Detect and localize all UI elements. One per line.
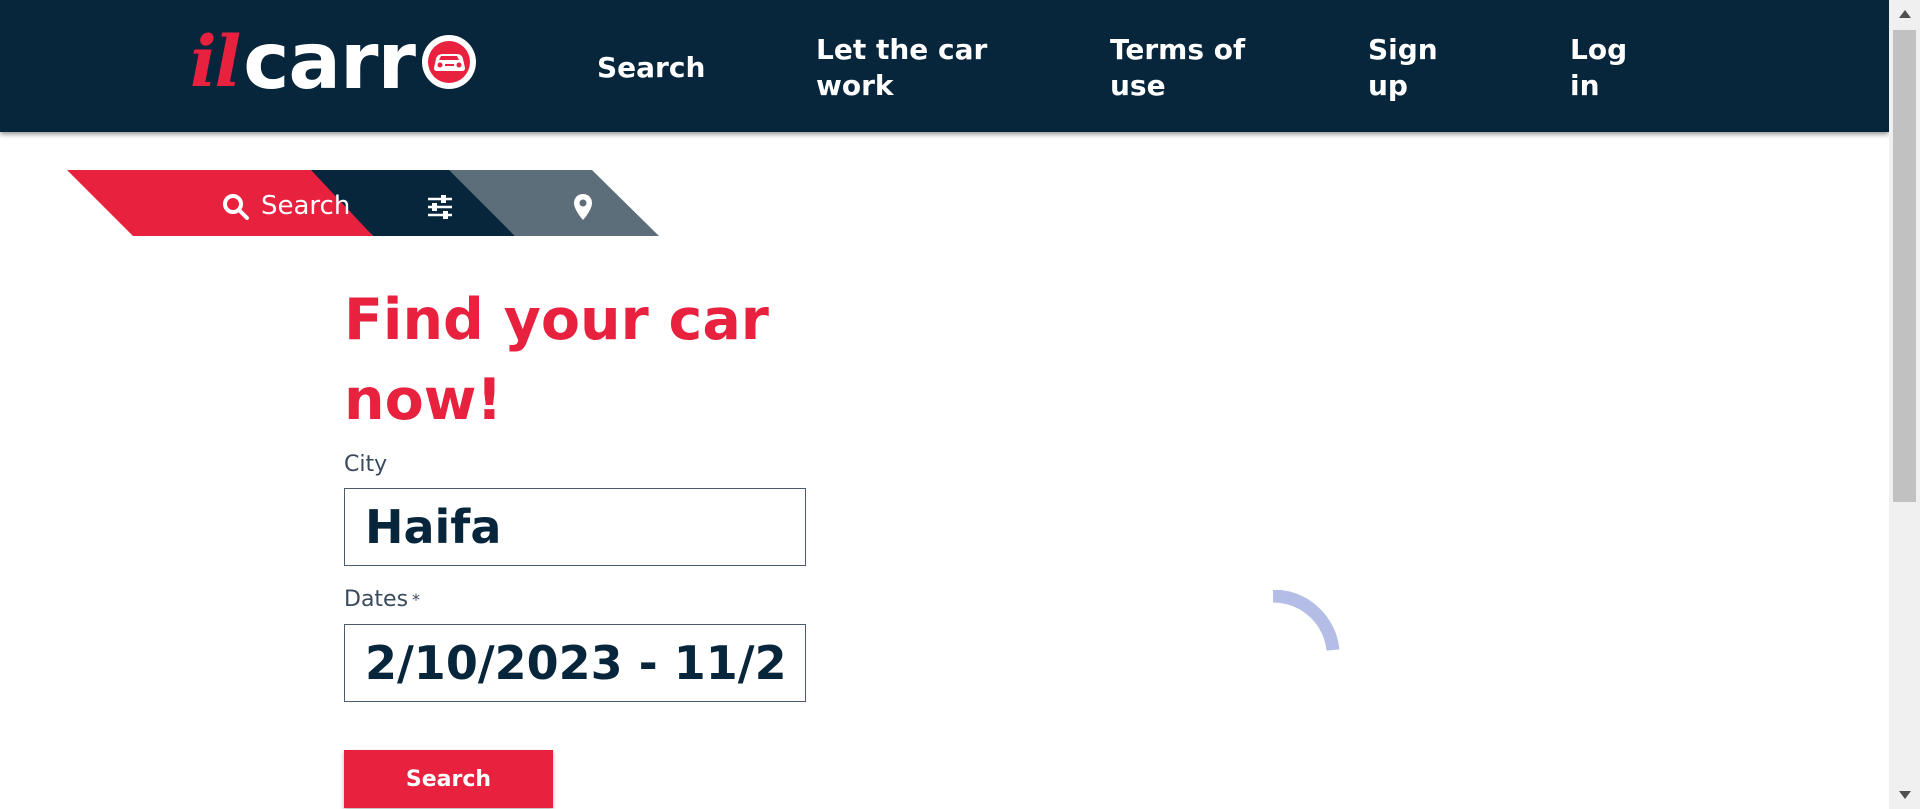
search-icon xyxy=(222,193,250,221)
logo-il-text: il xyxy=(190,20,241,103)
required-asterisk: * xyxy=(412,590,421,609)
search-tabs-bar xyxy=(67,170,659,236)
nav-signup-line2: up xyxy=(1368,69,1408,102)
search-button[interactable]: Search xyxy=(344,750,553,808)
vertical-scrollbar[interactable] xyxy=(1889,0,1920,809)
dates-input[interactable] xyxy=(344,624,806,702)
nav-signup-line1: Sign xyxy=(1368,33,1438,66)
loading-spinner-icon xyxy=(1265,589,1345,670)
city-input[interactable] xyxy=(344,488,806,566)
nav-login-line2: in xyxy=(1570,69,1600,102)
top-navbar: il carr Search Let the car work Terms of xyxy=(0,0,1889,132)
nav-let-the-car-work-line2: work xyxy=(816,69,894,102)
nav-search-link[interactable]: Search xyxy=(597,50,705,86)
tab-search-label: Search xyxy=(261,191,351,221)
scroll-up-arrow-icon[interactable] xyxy=(1889,2,1920,26)
scrollbar-thumb[interactable] xyxy=(1893,30,1916,502)
nav-terms-line1: Terms of xyxy=(1110,33,1246,66)
page-title: Find your car now! xyxy=(344,280,804,440)
page-title-line1: Find your car xyxy=(344,287,769,353)
nav-let-the-car-work-link[interactable]: Let the car work xyxy=(816,32,987,104)
ilcarro-logo[interactable]: il carr xyxy=(190,22,479,102)
nav-terms-line2: use xyxy=(1110,69,1166,102)
logo-car-o-icon xyxy=(419,32,479,92)
dates-label: Dates * xyxy=(344,586,420,614)
logo-carr-text: carr xyxy=(243,17,416,107)
page: il carr Search Let the car work Terms of xyxy=(0,0,1920,809)
page-title-line2: now! xyxy=(344,367,503,433)
dates-label-text: Dates xyxy=(344,587,409,612)
scroll-down-arrow-icon[interactable] xyxy=(1889,783,1920,807)
city-label: City xyxy=(344,452,388,477)
nav-sign-up-link[interactable]: Sign up xyxy=(1368,32,1438,104)
nav-let-the-car-work-line1: Let the car xyxy=(816,33,988,66)
sliders-icon xyxy=(426,194,454,220)
nav-login-line1: Log xyxy=(1570,33,1628,66)
nav-terms-of-use-link[interactable]: Terms of use xyxy=(1110,32,1245,104)
nav-log-in-link[interactable]: Log in xyxy=(1570,32,1627,104)
map-marker-icon xyxy=(573,193,593,221)
